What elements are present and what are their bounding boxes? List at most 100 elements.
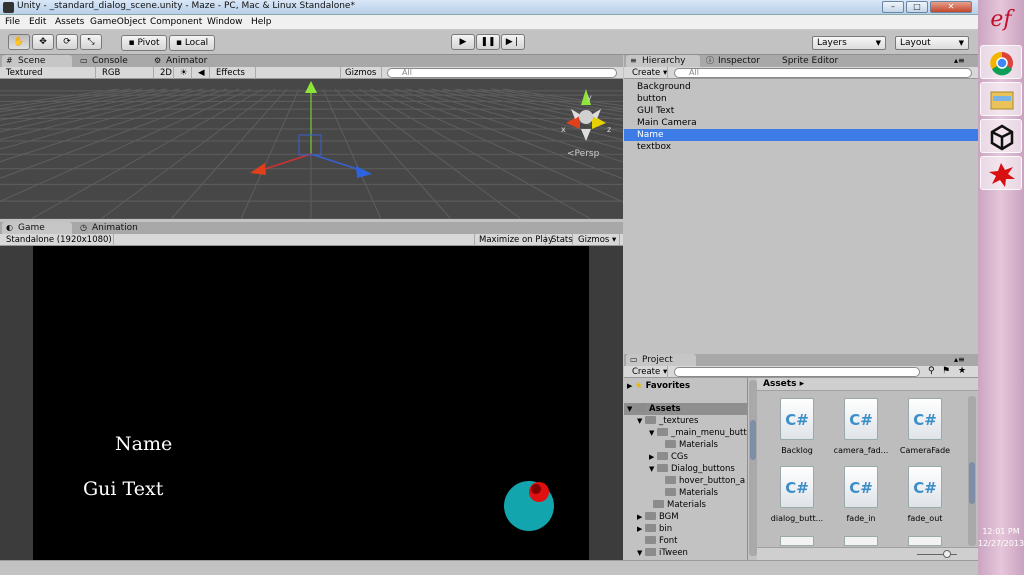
filter-label-icon[interactable]: ⚑ — [942, 366, 950, 376]
panel-lock-icon[interactable]: ▴≡ — [954, 355, 965, 364]
tree-item-itween[interactable]: ▼ iTween — [637, 547, 688, 559]
hierarchy-item-main-camera[interactable]: Main Camera — [624, 117, 978, 129]
tab-animation[interactable]: ◷ Animation — [76, 222, 144, 234]
close-button[interactable]: ✕ — [930, 1, 972, 13]
pause-button[interactable]: ❚❚ — [476, 34, 500, 50]
system-clock[interactable]: 12:01 PM 12/27/2013 — [978, 526, 1024, 550]
icon-size-slider-thumb[interactable] — [943, 550, 951, 558]
asset-partial[interactable] — [780, 536, 814, 546]
maximize-on-play-toggle[interactable]: Maximize on Play — [474, 234, 553, 246]
scene-view[interactable]: y x z <Persp — [0, 79, 623, 219]
hierarchy-item-textbox[interactable]: textbox — [624, 141, 978, 153]
ef-app-icon[interactable]: ef — [980, 4, 1022, 38]
animation-icon: ◷ — [80, 223, 87, 232]
favorites-label: Favorites — [645, 381, 691, 391]
scene-search-input[interactable]: All — [387, 68, 617, 78]
chrome-taskbar-button[interactable] — [980, 45, 1022, 79]
panel-lock-icon[interactable]: ▴≡ — [954, 56, 965, 65]
asset-scrollbar[interactable] — [968, 396, 976, 546]
tab-project[interactable]: ▭ Project — [626, 354, 696, 366]
tree-item-materials[interactable]: Materials — [653, 499, 706, 511]
effects-label: Effects — [216, 68, 245, 78]
audio-toggle[interactable]: ◀ — [194, 67, 210, 79]
game-view[interactable]: Name Gui Text — [33, 246, 589, 560]
tree-item-bin[interactable]: ▶ bin — [637, 523, 672, 535]
y-axis-arrow-icon[interactable] — [305, 81, 317, 93]
menu-file[interactable]: File — [5, 17, 20, 27]
tree-item-font[interactable]: Font — [645, 535, 678, 547]
render-mode-dropdown[interactable]: RGB — [98, 67, 154, 79]
step-button[interactable]: ▶❘ — [501, 34, 525, 50]
tab-sprite-editor[interactable]: Sprite Editor — [766, 55, 844, 67]
tree-item-main-menu-buttons[interactable]: ▼ _main_menu_butt — [649, 427, 747, 439]
move-tool-button[interactable]: ✥ — [32, 34, 54, 50]
tree-item-hover-button[interactable]: hover_button_a — [665, 475, 745, 487]
game-gizmos-dropdown[interactable]: Gizmos ▾ — [574, 234, 620, 246]
menu-window[interactable]: Window — [207, 17, 243, 27]
hierarchy-item-button[interactable]: button — [624, 93, 978, 105]
hierarchy-item-name[interactable]: Name — [624, 129, 978, 141]
effects-dropdown[interactable]: Effects — [212, 67, 256, 79]
menu-component[interactable]: Component — [150, 17, 202, 27]
tree-item-materials[interactable]: Materials — [665, 487, 718, 499]
local-toggle-button[interactable]: ▪ Local — [169, 35, 215, 51]
menu-help[interactable]: Help — [251, 17, 272, 27]
tab-game[interactable]: ◐ Game — [2, 222, 72, 234]
scale-tool-button[interactable]: ⤡ — [80, 34, 102, 50]
filter-type-icon[interactable]: ⚲ — [928, 366, 935, 376]
layers-dropdown[interactable]: Layers ▼ — [812, 36, 886, 50]
game-toolbar: Standalone (1920x1080) Maximize on Play … — [0, 234, 623, 246]
game-button-sprite[interactable] — [501, 478, 561, 534]
lighting-toggle[interactable]: ☀ — [176, 67, 192, 79]
tab-animator[interactable]: ⚙ Animator — [150, 55, 213, 67]
asset-breadcrumb[interactable]: Assets ▸ — [757, 378, 978, 391]
z-axis-arrow-icon[interactable] — [356, 166, 372, 178]
tree-item-textures[interactable]: ▼ _textures — [637, 415, 698, 427]
asset-scrollbar-thumb[interactable] — [969, 462, 975, 504]
csharp-script-icon: C# — [844, 466, 878, 508]
favorites-item[interactable]: ▶ ★ Favorites — [627, 380, 690, 392]
stats-toggle[interactable]: Stats — [547, 234, 573, 246]
menu-edit[interactable]: Edit — [29, 17, 46, 27]
favorite-star-icon[interactable]: ★ — [958, 366, 966, 376]
transform-plane-handle[interactable] — [298, 134, 322, 156]
tree-item-dialog-buttons[interactable]: ▼ Dialog_buttons — [649, 463, 735, 475]
paint-taskbar-button[interactable] — [980, 156, 1022, 190]
tab-scene[interactable]: # Scene — [2, 55, 72, 67]
asset-partial[interactable] — [908, 536, 942, 546]
scene-gizmos-dropdown[interactable]: Gizmos — [340, 67, 382, 79]
tab-inspector[interactable]: ⓘ Inspector — [702, 55, 766, 67]
tree-scrollbar-thumb[interactable] — [750, 420, 756, 460]
2d-toggle[interactable]: 2D — [156, 67, 174, 79]
menu-gameobject[interactable]: GameObject — [90, 17, 146, 27]
pivot-toggle-button[interactable]: ▪ Pivot — [121, 35, 167, 51]
resolution-dropdown[interactable]: Standalone (1920x1080) — [2, 234, 114, 246]
menu-assets[interactable]: Assets — [55, 17, 84, 27]
shading-dropdown[interactable]: Textured — [2, 67, 96, 79]
hierarchy-search-input[interactable]: All — [674, 68, 972, 78]
hierarchy-create-button[interactable]: Create ▾ — [628, 67, 668, 79]
tree-item-materials[interactable]: Materials — [665, 439, 718, 451]
unity-taskbar-button[interactable] — [980, 119, 1022, 153]
tree-item-cgs[interactable]: ▶ CGs — [649, 451, 688, 463]
project-search-input[interactable] — [674, 367, 920, 377]
explorer-taskbar-button[interactable] — [980, 82, 1022, 116]
tab-console[interactable]: ▭ Console — [76, 55, 134, 67]
layout-dropdown[interactable]: Layout ▼ — [895, 36, 969, 50]
tree-item-bgm[interactable]: ▶ BGM — [637, 511, 679, 523]
play-button[interactable]: ▶ — [451, 34, 475, 50]
asset-partial[interactable] — [844, 536, 878, 546]
rotate-tool-button[interactable]: ⟳ — [56, 34, 78, 50]
maximize-button[interactable]: □ — [906, 1, 928, 13]
minimize-button[interactable]: – — [882, 1, 904, 13]
tree-item-assets[interactable]: ▼ Assets — [624, 403, 747, 415]
project-create-button[interactable]: Create ▾ — [628, 366, 668, 378]
hierarchy-item-gui-text[interactable]: GUI Text — [624, 105, 978, 117]
hierarchy-item-background[interactable]: Background — [624, 81, 978, 93]
persp-label[interactable]: <Persp — [567, 149, 600, 159]
tab-hierarchy[interactable]: ≡ Hierarchy — [626, 55, 700, 67]
hand-tool-button[interactable]: ✋ — [8, 34, 30, 50]
icon-size-slider[interactable] — [917, 554, 957, 555]
tree-scrollbar[interactable] — [749, 380, 757, 556]
dropdown-arrow-icon: ▼ — [875, 39, 881, 47]
